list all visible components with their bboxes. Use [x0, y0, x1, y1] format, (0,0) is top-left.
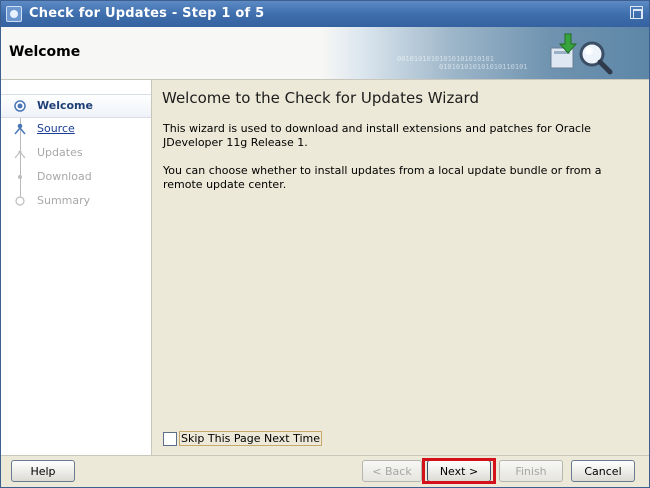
window-title: Check for Updates - Step 1 of 5	[29, 6, 265, 21]
step-updates: Updates	[1, 142, 151, 164]
step-disabled-icon	[14, 195, 26, 207]
button-bar: Help < Back Next > Finish Cancel	[1, 455, 649, 487]
title-bar[interactable]: Check for Updates - Step 1 of 5	[1, 1, 649, 27]
step-label: Updates	[37, 146, 83, 159]
step-summary: Summary	[1, 190, 151, 212]
back-button: < Back	[362, 460, 422, 482]
skip-page-checkbox[interactable]	[163, 432, 177, 446]
wizard-steps-nav: Welcome Source Updates Download Summary	[1, 80, 152, 455]
banner-binary-text: 00101010101010101010101	[397, 55, 494, 63]
step-disabled-icon	[14, 147, 26, 159]
step-person-icon	[14, 123, 26, 135]
header-banner: Welcome 00101010101010101010101 01010101…	[1, 27, 649, 80]
current-step-icon	[14, 100, 26, 112]
step-label: Summary	[37, 194, 91, 207]
page-title: Welcome to the Check for Updates Wizard	[162, 89, 479, 107]
help-button[interactable]: Help	[11, 460, 75, 482]
step-label: Download	[37, 170, 92, 183]
window-app-icon	[6, 6, 22, 22]
wizard-content: Welcome to the Check for Updates Wizard …	[152, 80, 649, 455]
wizard-window: Check for Updates - Step 1 of 5 Welcome …	[0, 0, 650, 488]
step-welcome[interactable]: Welcome	[1, 94, 151, 118]
step-download: Download	[1, 166, 151, 188]
cancel-button[interactable]: Cancel	[571, 460, 635, 482]
banner-title: Welcome	[9, 44, 81, 60]
update-search-icon	[545, 32, 615, 76]
intro-paragraph: This wizard is used to download and inst…	[163, 122, 591, 149]
maximize-icon[interactable]	[630, 6, 643, 19]
banner-binary-text: 010101010101010110101	[439, 63, 528, 71]
step-label: Welcome	[37, 99, 93, 112]
skip-page-label[interactable]: Skip This Page Next Time	[179, 431, 323, 446]
finish-button: Finish	[499, 460, 563, 482]
next-button[interactable]: Next >	[427, 460, 491, 482]
step-source[interactable]: Source	[1, 118, 151, 140]
options-paragraph: You can choose whether to install update…	[163, 164, 602, 191]
step-label[interactable]: Source	[37, 122, 75, 135]
step-disabled-icon	[14, 171, 26, 183]
